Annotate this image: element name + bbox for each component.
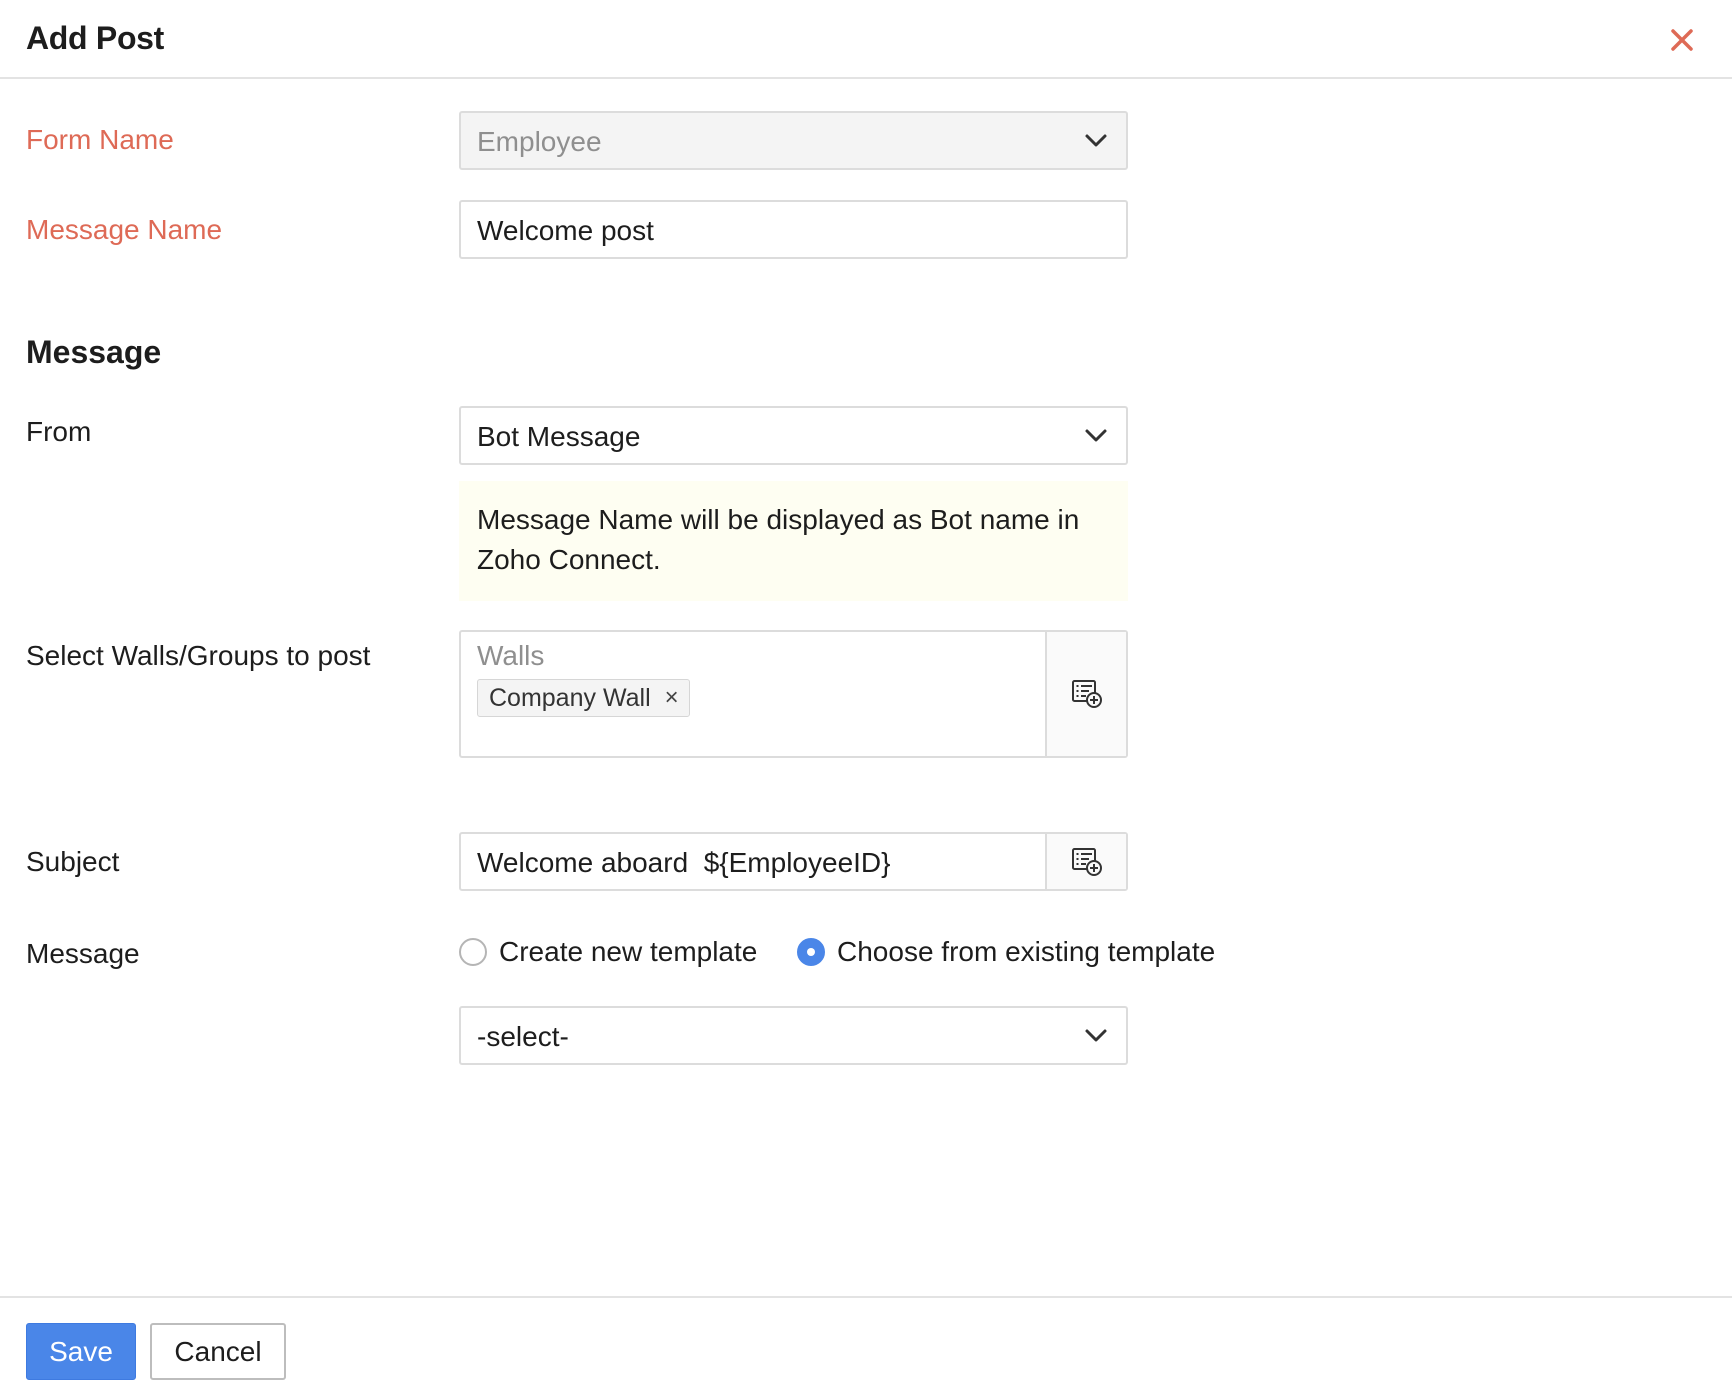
subject-value: Welcome aboard ${EmployeeID} bbox=[477, 847, 891, 878]
walls-picker[interactable]: Walls Company Wall × bbox=[459, 630, 1128, 758]
subject-insert-field-button[interactable] bbox=[1045, 834, 1126, 889]
insert-field-icon bbox=[1071, 680, 1102, 708]
walls-add-button[interactable] bbox=[1045, 632, 1126, 756]
form-name-select[interactable]: Employee bbox=[459, 111, 1128, 170]
chevron-down-icon bbox=[1085, 1029, 1107, 1042]
close-button[interactable] bbox=[1664, 22, 1700, 58]
from-label: From bbox=[26, 416, 92, 447]
radio-choose-existing-template-label: Choose from existing template bbox=[837, 936, 1216, 967]
from-value: Bot Message bbox=[477, 421, 641, 452]
walls-label: Select Walls/Groups to post bbox=[26, 640, 371, 671]
template-select[interactable]: -select- bbox=[459, 1006, 1128, 1065]
message-section-title: Message bbox=[26, 334, 162, 370]
message-name-value: Welcome post bbox=[477, 215, 654, 246]
chevron-down-icon bbox=[1085, 429, 1107, 442]
wall-chip-label: Company Wall bbox=[489, 683, 651, 712]
dialog-title: Add Post bbox=[26, 20, 165, 56]
save-button[interactable]: Save bbox=[26, 1323, 136, 1380]
template-select-value: -select- bbox=[477, 1021, 569, 1052]
from-select[interactable]: Bot Message bbox=[459, 406, 1128, 465]
wall-chip: Company Wall × bbox=[477, 679, 690, 717]
message-name-input[interactable]: Welcome post bbox=[459, 200, 1128, 259]
bot-name-info: Message Name will be displayed as Bot na… bbox=[459, 481, 1128, 601]
chevron-down-icon bbox=[1085, 134, 1107, 147]
message-option-label: Message bbox=[26, 938, 140, 969]
walls-caption: Walls bbox=[477, 640, 545, 671]
remove-chip-button[interactable]: × bbox=[665, 684, 679, 712]
subject-input[interactable]: Welcome aboard ${EmployeeID} bbox=[459, 832, 1128, 891]
close-icon bbox=[1671, 29, 1693, 51]
dialog-footer: Save Cancel bbox=[0, 1296, 1732, 1396]
radio-create-new-template[interactable]: Create new template bbox=[459, 936, 757, 968]
subject-label: Subject bbox=[26, 846, 120, 877]
message-name-label: Message Name bbox=[26, 214, 223, 245]
form-name-label: Form Name bbox=[26, 124, 174, 155]
cancel-button[interactable]: Cancel bbox=[150, 1323, 286, 1380]
radio-choose-existing-template[interactable]: Choose from existing template bbox=[797, 936, 1215, 968]
dialog-header: Add Post bbox=[0, 0, 1732, 79]
form-name-value: Employee bbox=[477, 126, 602, 157]
radio-unchecked-icon bbox=[459, 938, 487, 966]
radio-checked-icon bbox=[797, 938, 825, 966]
insert-field-icon bbox=[1071, 847, 1102, 876]
radio-create-new-template-label: Create new template bbox=[499, 936, 758, 967]
